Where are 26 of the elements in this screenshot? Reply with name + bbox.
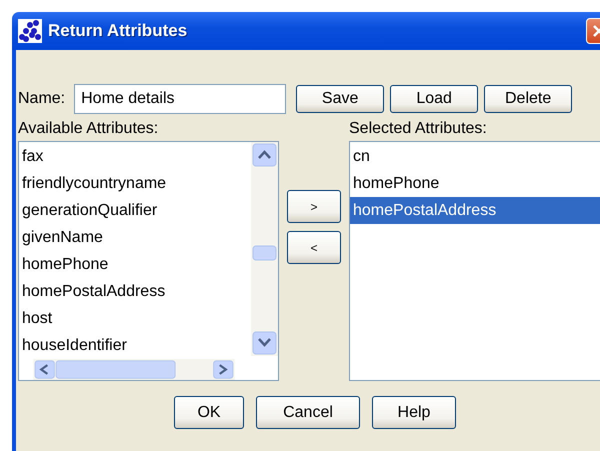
list-item[interactable]: cn (350, 143, 600, 170)
list-label: Selected Attributes: (349, 120, 488, 138)
toolbar-button[interactable]: Delete (484, 85, 572, 113)
dialog-button[interactable]: OK (174, 396, 244, 429)
list-item[interactable]: givenName (19, 224, 251, 251)
window-title: Return Attributes (48, 21, 188, 41)
vertical-scrollbar[interactable] (251, 142, 278, 356)
list-item[interactable]: houseIdentifier (19, 332, 251, 359)
list-item[interactable]: fax (19, 143, 251, 170)
list-item[interactable]: homePostalAddress (350, 197, 600, 224)
list-label: Available Attributes: (18, 120, 160, 138)
toolbar-button[interactable]: Load (390, 85, 478, 113)
dialog-button[interactable]: Help (372, 396, 456, 429)
dialog-button[interactable]: Cancel (256, 396, 360, 429)
list-item[interactable]: friendlycountryname (19, 170, 251, 197)
move-button[interactable]: < (287, 231, 341, 264)
list-item[interactable]: homePhone (19, 251, 251, 278)
toolbar-button[interactable]: Save (296, 85, 384, 113)
list-item[interactable]: homePhone (350, 170, 600, 197)
list-item[interactable]: homePostalAddress (19, 278, 251, 305)
move-button[interactable]: > (287, 190, 341, 223)
name-label: Name: (18, 90, 66, 108)
name-field[interactable]: Home details (74, 84, 286, 114)
list-item[interactable]: host (19, 305, 251, 332)
list-item[interactable]: generationQualifier (19, 197, 251, 224)
app-icon (18, 19, 42, 43)
